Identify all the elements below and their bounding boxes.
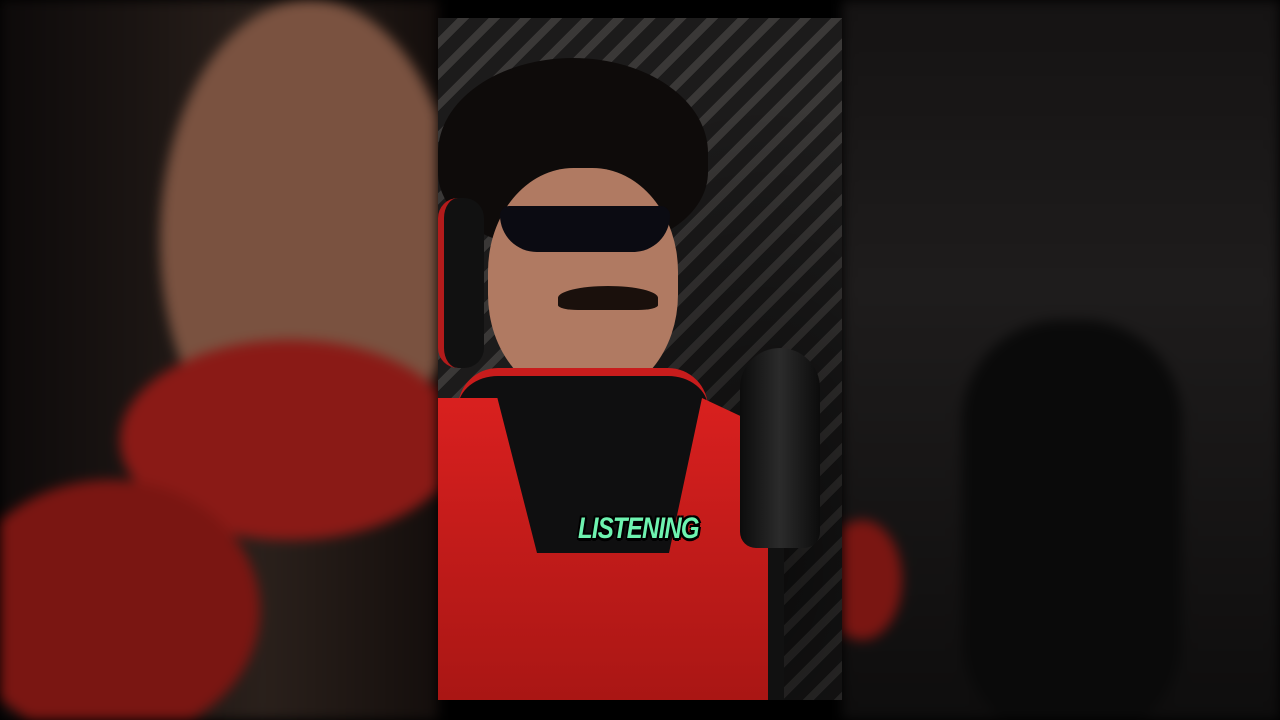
mustache	[558, 286, 658, 310]
video-frame[interactable]	[438, 18, 842, 700]
microphone	[740, 348, 820, 548]
video-caption: LISTENING	[578, 512, 700, 545]
person-face	[488, 168, 678, 398]
headset	[438, 198, 484, 368]
mic-stand	[768, 548, 784, 700]
blurred-background-left	[0, 0, 438, 720]
sunglasses	[500, 206, 670, 252]
blurred-background-right	[842, 0, 1280, 720]
